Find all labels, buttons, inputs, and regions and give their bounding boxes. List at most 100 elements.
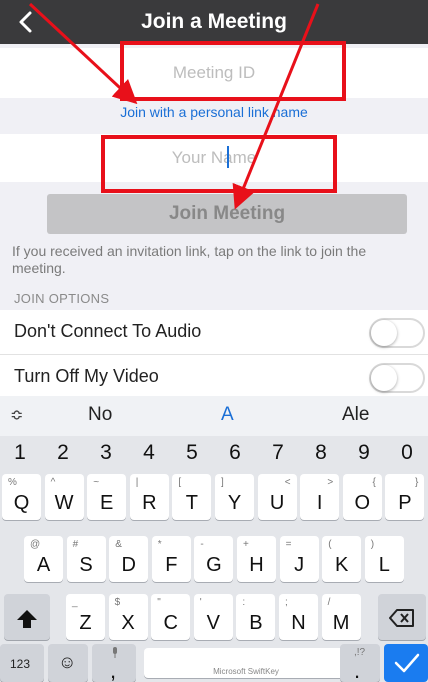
key-x[interactable]: $ X <box>108 594 148 640</box>
key-label: R <box>142 492 157 514</box>
number-key[interactable]: 1 <box>5 441 35 465</box>
key-label: I <box>316 492 323 514</box>
option-row-audio: Don't Connect To Audio <box>0 310 428 354</box>
key-m[interactable]: / M <box>321 594 361 640</box>
key-alt-symbol: | <box>135 477 139 488</box>
meeting-id-row <box>0 48 428 98</box>
suggestion-3[interactable]: Ale <box>342 404 369 426</box>
suggestion-2[interactable]: A <box>221 404 234 426</box>
emoji-icon: ☺ <box>58 652 77 672</box>
comma-key[interactable]: , <box>92 644 136 682</box>
key-t[interactable]: [T <box>172 474 212 520</box>
key-alt-symbol: & <box>115 539 122 550</box>
key-alt-symbol: + <box>243 539 249 550</box>
key-s[interactable]: # S <box>66 536 106 582</box>
key-label: Z <box>79 612 92 634</box>
number-key[interactable]: 3 <box>91 441 121 465</box>
number-key[interactable]: 4 <box>134 441 164 465</box>
key-v[interactable]: ' V <box>193 594 233 640</box>
nav-header: Join a Meeting <box>0 0 428 44</box>
key-alt-symbol: @ <box>30 539 41 550</box>
number-key[interactable]: 5 <box>177 441 207 465</box>
number-key[interactable]: 6 <box>220 441 250 465</box>
key-alt-symbol: ) <box>370 539 375 550</box>
key-h[interactable]: + H <box>237 536 276 582</box>
key-alt-symbol: ~ <box>93 477 100 488</box>
key-q[interactable]: % Q <box>2 474 41 520</box>
key-f[interactable]: * F <box>151 536 191 582</box>
personal-link-name-link[interactable]: Join with a personal link name <box>0 104 428 128</box>
checkmark-icon <box>394 653 420 673</box>
key-d[interactable]: & D <box>109 536 149 582</box>
enter-key[interactable] <box>384 644 428 682</box>
your-name-input[interactable] <box>0 134 428 182</box>
key-label: B <box>249 612 263 634</box>
emoji-key[interactable]: ☺ <box>48 644 88 682</box>
key-r[interactable]: | R <box>129 474 169 520</box>
key-o[interactable]: {O <box>342 474 382 520</box>
shift-key[interactable] <box>4 594 50 640</box>
key-alt-symbol: % <box>8 477 17 488</box>
key-p[interactable]: } P <box>385 474 425 520</box>
key-label: E <box>100 492 114 514</box>
meeting-id-input[interactable] <box>0 48 428 98</box>
backspace-key[interactable] <box>378 594 426 640</box>
key-label: V <box>206 612 220 634</box>
video-toggle[interactable] <box>369 363 425 393</box>
toggle-knob <box>371 320 397 346</box>
key-label: U <box>269 492 285 514</box>
key-j[interactable]: = J <box>279 536 319 582</box>
key-label: J <box>294 554 305 576</box>
page-title: Join a Meeting <box>141 10 287 33</box>
key-alt-symbol: _ <box>72 597 78 608</box>
key-label: H <box>249 554 264 576</box>
key-u[interactable]: < U <box>257 474 297 520</box>
key-k[interactable]: (K <box>322 536 362 582</box>
number-key[interactable]: 8 <box>306 441 336 465</box>
key-g[interactable]: -G <box>194 536 234 582</box>
number-key[interactable]: 0 <box>392 441 422 465</box>
key-alt-symbol: [ <box>178 477 182 488</box>
shift-icon <box>17 610 37 628</box>
join-meeting-button[interactable]: Join Meeting <box>47 194 407 234</box>
number-key[interactable]: 2 <box>48 441 78 465</box>
microphone-icon <box>113 647 117 658</box>
option-label-video: Turn Off My Video <box>14 366 159 386</box>
suggestion-1[interactable]: No <box>88 404 112 426</box>
key-label: S <box>79 554 93 576</box>
key-label: N <box>291 612 306 634</box>
number-key[interactable]: 7 <box>263 441 293 465</box>
key-y[interactable]: ] Y <box>215 474 254 520</box>
space-key-label: Microsoft SwiftKey <box>213 667 279 676</box>
key-alt-symbol: * <box>157 539 162 550</box>
key-z[interactable]: _ Z <box>66 594 105 640</box>
key-label: A <box>36 554 51 576</box>
key-label: D <box>121 554 136 576</box>
key-alt-symbol: ^ <box>50 477 56 488</box>
key-e[interactable]: ~ E <box>87 474 127 520</box>
key-b[interactable]: :B <box>236 594 276 640</box>
key-label: C <box>163 612 178 634</box>
comma-label: , <box>110 658 117 682</box>
period-label: . <box>354 658 361 682</box>
audio-toggle[interactable] <box>369 318 425 348</box>
key-label: F <box>165 554 178 576</box>
key-label: L <box>378 554 390 576</box>
key-a[interactable]: @ A <box>24 536 63 582</box>
key-n[interactable]: ; N <box>279 594 318 640</box>
key-alt-symbol: ( <box>328 539 332 550</box>
expand-suggestions-icon[interactable]: ≎ <box>10 405 23 425</box>
key-i[interactable]: > I <box>300 474 340 520</box>
key-alt-symbol: " <box>157 597 161 608</box>
key-label: T <box>185 492 198 514</box>
backspace-icon <box>389 609 414 627</box>
space-key[interactable]: Microsoft SwiftKey <box>144 648 348 678</box>
number-key[interactable]: 9 <box>349 441 379 465</box>
numbers-key[interactable]: 123 <box>0 644 44 682</box>
key-c[interactable]: " C <box>151 594 191 640</box>
text-cursor <box>227 146 229 168</box>
key-l[interactable]: ) L <box>364 536 404 582</box>
key-alt-symbol: } <box>415 477 419 488</box>
key-w[interactable]: ^ W <box>44 474 84 520</box>
period-key[interactable]: ,!? . <box>340 644 380 682</box>
